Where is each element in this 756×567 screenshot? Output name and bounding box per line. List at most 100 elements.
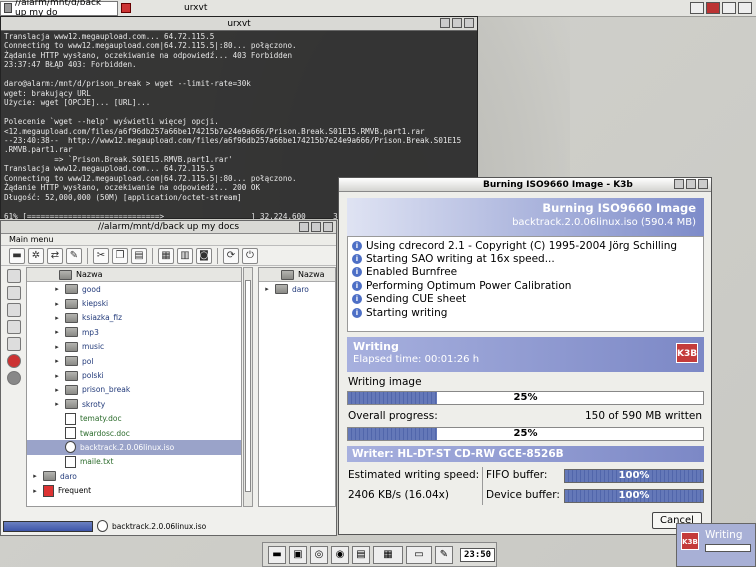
file-list-item[interactable]: ▸ Frequent <box>27 483 241 497</box>
file-manager-window[interactable]: //alarm/mnt/d/back up my docs Main menu … <box>0 220 337 536</box>
tools-icon[interactable]: ✎ <box>66 247 82 264</box>
file-list-item[interactable]: backtrack.2.0.06linux.iso <box>27 440 241 455</box>
expand-arrow-icon[interactable]: ▸ <box>53 328 61 336</box>
file-list-item[interactable]: ▸ kiepski <box>27 296 241 310</box>
trash-icon[interactable] <box>7 320 21 334</box>
document-icon[interactable] <box>7 286 21 300</box>
expand-arrow-icon[interactable]: ▸ <box>53 300 61 308</box>
file-list-item[interactable]: ▸ prison_break <box>27 383 241 397</box>
file-list-item[interactable]: maile.txt <box>27 455 241 469</box>
move-icon[interactable]: ⇄ <box>47 247 63 264</box>
scrollbar-thumb[interactable] <box>245 280 251 492</box>
file-manager-titlebar[interactable]: //alarm/mnt/d/back up my docs <box>1 221 336 234</box>
terminal-titlebar[interactable]: urxvt <box>1 17 477 31</box>
k3b-burn-dialog[interactable]: Burning ISO9660 Image - K3b Burning ISO9… <box>338 177 712 535</box>
file-list-item[interactable]: ▸ daro <box>27 469 241 483</box>
expand-arrow-icon[interactable]: ▸ <box>53 285 61 293</box>
edit-icon[interactable] <box>7 337 21 351</box>
file-manager-toolbar: ▬ ✲ ⇄ ✎ ✂ ❐ ▤ ▦ ▥ ◙ ⟳ ⏻ <box>1 246 336 266</box>
desktop-pager-1[interactable] <box>690 2 704 14</box>
task-urxvt[interactable]: urxvt <box>118 1 278 16</box>
file-list-item[interactable]: ▸ ksiazka_fiz <box>27 311 241 325</box>
side-panel <box>3 267 25 507</box>
info-icon: i <box>352 280 362 291</box>
file-list-item[interactable]: ▸ mp3 <box>27 325 241 339</box>
desktop-pager-4[interactable] <box>738 2 752 14</box>
copy-icon[interactable]: ❐ <box>112 247 128 264</box>
minimize-button[interactable] <box>440 18 450 28</box>
maximize-button[interactable] <box>311 222 321 232</box>
main-menu[interactable]: Main menu <box>1 234 336 246</box>
task-file-manager[interactable]: //alarm/mnt/d/back up my do <box>0 0 118 18</box>
minimize-button[interactable] <box>299 222 309 232</box>
pager-icon[interactable]: ▦ <box>373 545 403 564</box>
file-list-item[interactable]: ▸ polski <box>27 368 241 382</box>
file-name: maile.txt <box>80 457 114 467</box>
log-line: i Enabled Burnfree <box>352 266 699 279</box>
maximize-button[interactable] <box>452 18 462 28</box>
expand-arrow-icon[interactable]: ▸ <box>31 472 39 480</box>
tree-pane[interactable]: Nazwa ▸ daro <box>258 267 336 507</box>
expand-arrow-icon[interactable]: ▸ <box>31 487 39 495</box>
maximize-button[interactable] <box>686 179 696 189</box>
tools-icon[interactable]: ✎ <box>435 545 453 564</box>
column-header[interactable]: Nazwa <box>27 268 241 282</box>
globe-icon[interactable]: ◉ <box>331 545 349 564</box>
job-log-list[interactable]: i Using cdrecord 2.1 - Copyright (C) 1995… <box>347 236 704 332</box>
expand-arrow-icon[interactable]: ▸ <box>53 357 61 365</box>
folder-icon <box>59 269 72 280</box>
file-list-item[interactable]: twardosc.doc <box>27 426 241 440</box>
log-text: Using cdrecord 2.1 - Copyright (C) 1995-… <box>366 239 678 252</box>
terminal-icon[interactable]: ▬ <box>9 247 25 264</box>
minimize-button[interactable] <box>674 179 684 189</box>
expand-arrow-icon[interactable]: ▸ <box>53 386 61 394</box>
printer-icon[interactable] <box>7 269 21 283</box>
close-button[interactable] <box>464 18 474 28</box>
file-list-item[interactable]: ▸ music <box>27 340 241 354</box>
close-button[interactable] <box>698 179 708 189</box>
file-list-item[interactable]: ▸ skroty <box>27 397 241 411</box>
refresh-icon[interactable]: ⟳ <box>223 247 239 264</box>
info-icon: i <box>352 240 362 251</box>
file-list-pane[interactable]: Nazwa ▸ good ▸ kiepski ▸ ksiazka_fiz ▸ mp3 ▸ musi… <box>26 267 242 507</box>
expand-arrow-icon[interactable]: ▸ <box>53 372 61 380</box>
log-text: Starting SAO writing at 16x speed... <box>366 253 555 266</box>
folder-icon[interactable]: ▣ <box>289 545 307 564</box>
cut-icon[interactable]: ✂ <box>93 247 109 264</box>
properties-icon[interactable]: ▦ <box>158 247 174 264</box>
expand-arrow-icon[interactable]: ▸ <box>53 400 61 408</box>
file-list-item[interactable]: ▸ good <box>27 282 241 296</box>
file-list-scrollbar[interactable] <box>243 267 253 507</box>
desktop-pager-2[interactable] <box>706 2 720 14</box>
desktop-pager-3[interactable] <box>722 2 736 14</box>
record-icon[interactable] <box>7 371 21 385</box>
paste-icon[interactable]: ▤ <box>131 247 147 264</box>
log-line: i Using cdrecord 2.1 - Copyright (C) 1995… <box>352 239 699 252</box>
k3b-titlebar[interactable]: Burning ISO9660 Image - K3b <box>339 178 711 192</box>
expand-arrow-icon[interactable]: ▸ <box>263 285 271 293</box>
column-header[interactable]: Nazwa <box>259 268 335 282</box>
file-list-item[interactable]: tematy.doc <box>27 412 241 426</box>
drive-icon[interactable]: ◙ <box>196 247 212 264</box>
network-icon[interactable] <box>7 303 21 317</box>
file-name: twardosc.doc <box>80 428 130 438</box>
close-button[interactable] <box>323 222 333 232</box>
file-list-item[interactable]: ▸ pol <box>27 354 241 368</box>
clock: 23:50 <box>460 547 496 562</box>
device-buffer-label: Device buffer: <box>486 489 560 501</box>
expand-arrow-icon[interactable]: ▸ <box>53 343 61 351</box>
document-icon <box>65 455 76 468</box>
network-icon[interactable]: ◎ <box>310 545 328 564</box>
terminal-icon[interactable]: ▬ <box>268 545 286 564</box>
power-icon[interactable]: ⏻ <box>242 247 258 264</box>
column-name-label: Nazwa <box>298 270 325 279</box>
top-taskbar: //alarm/mnt/d/back up my do urxvt <box>0 0 756 18</box>
gear-icon[interactable]: ✲ <box>28 247 44 264</box>
k3b-tray-applet[interactable]: K3B Writing <box>676 523 756 567</box>
window-icon[interactable]: ▭ <box>406 545 432 564</box>
window-list-icon[interactable]: ▤ <box>352 545 370 564</box>
expand-arrow-icon[interactable]: ▸ <box>53 314 61 322</box>
tree-item[interactable]: ▸ daro <box>259 282 335 296</box>
stop-icon[interactable] <box>7 354 21 368</box>
details-icon[interactable]: ▥ <box>177 247 193 264</box>
